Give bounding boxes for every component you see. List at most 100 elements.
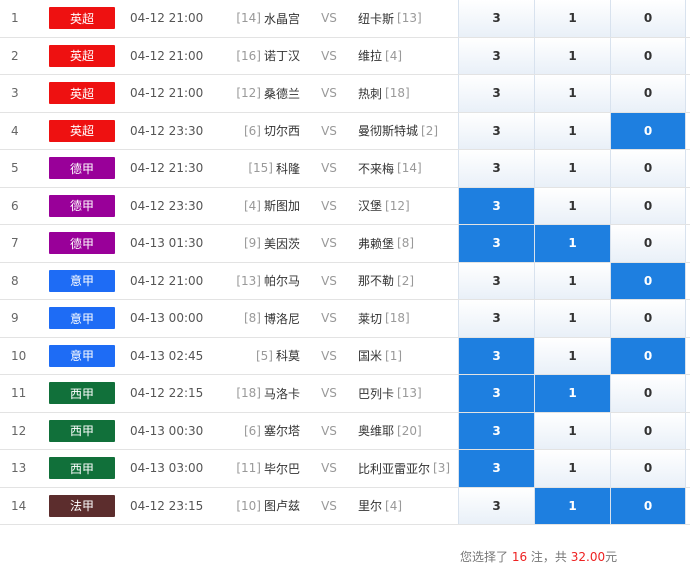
home-team: [6] 切尔西 (230, 113, 300, 150)
draw-option-button[interactable]: 1 (534, 375, 610, 412)
match-row: 12 西甲 04-13 00:30 [6] 塞尔塔 VS 奥维耶 [20] 3 1 0 (0, 412, 690, 450)
away-rank: [18] (385, 86, 410, 101)
draw-option-button[interactable]: 1 (534, 262, 610, 299)
loss-option-button[interactable]: 0 (610, 37, 686, 74)
draw-option-button[interactable]: 1 (534, 300, 610, 337)
match-time: 04-13 00:00 (130, 311, 204, 326)
match-number: 4 (11, 123, 19, 138)
loss-option-button[interactable]: 0 (610, 150, 686, 187)
home-team: [5] 科莫 (230, 338, 300, 375)
loss-option-button[interactable]: 0 (610, 487, 686, 524)
win-option-button[interactable]: 3 (458, 450, 534, 487)
match-time: 04-12 21:00 (130, 273, 204, 288)
league-cell: 意甲 (48, 338, 116, 375)
match-row: 14 法甲 04-12 23:15 [10] 图卢兹 VS 里尔 [4] 3 1 0 (0, 487, 690, 525)
match-time: 04-12 23:15 (130, 498, 204, 513)
home-rank: [10] (236, 498, 261, 513)
draw-option-button[interactable]: 1 (534, 225, 610, 262)
draw-option-button[interactable]: 1 (534, 37, 610, 74)
match-number: 7 (11, 236, 19, 251)
vs-label: VS (321, 348, 337, 363)
match-time: 04-12 23:30 (130, 123, 204, 138)
loss-option-button[interactable]: 0 (610, 187, 686, 224)
league-cell: 德甲 (48, 225, 116, 262)
match-time: 04-12 22:15 (130, 386, 204, 401)
loss-option-button[interactable]: 0 (610, 337, 686, 374)
away-team-name: 汉堡 (358, 199, 383, 214)
loss-option-button[interactable]: 0 (610, 0, 686, 37)
home-team: [11] 毕尔巴 (230, 450, 300, 487)
away-team: 曼彻斯特城 [2] (358, 113, 458, 150)
away-rank: [2] (421, 123, 439, 138)
win-option-button[interactable]: 3 (458, 262, 534, 299)
vs-label: VS (321, 311, 337, 326)
win-option-button[interactable]: 3 (458, 487, 534, 524)
draw-option-button[interactable]: 1 (534, 487, 610, 524)
away-team: 那不勒 [2] (358, 263, 458, 300)
away-team: 国米 [1] (358, 338, 458, 375)
draw-option-button[interactable]: 1 (534, 450, 610, 487)
match-time: 04-12 21:00 (130, 11, 204, 26)
win-option-button[interactable]: 3 (458, 300, 534, 337)
vs-label: VS (321, 423, 337, 438)
win-option-button[interactable]: 3 (458, 187, 534, 224)
draw-option-button[interactable]: 1 (534, 187, 610, 224)
home-team-name: 科隆 (275, 161, 300, 176)
loss-option-button[interactable]: 0 (610, 75, 686, 112)
loss-option-button[interactable]: 0 (610, 412, 686, 449)
vs-label: VS (321, 498, 337, 513)
home-rank: [18] (236, 386, 261, 401)
home-team-name: 斯图加 (263, 199, 300, 214)
away-rank: [18] (385, 311, 410, 326)
draw-option-button[interactable]: 1 (534, 412, 610, 449)
win-option-button[interactable]: 3 (458, 375, 534, 412)
draw-option-button[interactable]: 1 (534, 112, 610, 149)
league-badge: 意甲 (49, 269, 115, 292)
win-option-button[interactable]: 3 (458, 112, 534, 149)
draw-option-button[interactable]: 1 (534, 150, 610, 187)
home-team-name: 桑德兰 (263, 86, 300, 101)
draw-option-button[interactable]: 1 (534, 75, 610, 112)
home-rank: [4] (243, 198, 261, 213)
match-row: 4 英超 04-12 23:30 [6] 切尔西 VS 曼彻斯特城 [2] 3 1 0 (0, 112, 690, 150)
loss-option-button[interactable]: 0 (610, 225, 686, 262)
vs-label: VS (321, 236, 337, 251)
league-cell: 法甲 (48, 488, 116, 525)
win-option-button[interactable]: 3 (458, 0, 534, 37)
win-option-button[interactable]: 3 (458, 75, 534, 112)
match-time: 04-12 21:00 (130, 48, 204, 63)
match-time: 04-13 02:45 (130, 348, 204, 363)
home-rank: [8] (243, 311, 261, 326)
loss-option-button[interactable]: 0 (610, 300, 686, 337)
home-team-name: 博洛尼 (263, 311, 300, 326)
match-time: 04-12 21:30 (130, 161, 204, 176)
draw-option-button[interactable]: 1 (534, 0, 610, 37)
draw-option-button[interactable]: 1 (534, 337, 610, 374)
vs-label: VS (321, 11, 337, 26)
home-team-name: 科莫 (275, 349, 300, 364)
win-option-button[interactable]: 3 (458, 150, 534, 187)
home-rank: [6] (243, 123, 261, 138)
win-option-button[interactable]: 3 (458, 37, 534, 74)
loss-option-button[interactable]: 0 (610, 112, 686, 149)
loss-option-button[interactable]: 0 (610, 450, 686, 487)
home-team: [6] 塞尔塔 (230, 413, 300, 450)
match-row: 7 德甲 04-13 01:30 [9] 美因茨 VS 弗赖堡 [8] 3 1 0 (0, 225, 690, 263)
match-row: 11 西甲 04-12 22:15 [18] 马洛卡 VS 巴列卡 [13] 3 1 0 (0, 375, 690, 413)
home-team-name: 马洛卡 (263, 386, 300, 401)
match-row: 8 意甲 04-12 21:00 [13] 帕尔马 VS 那不勒 [2] 3 1 0 (0, 262, 690, 300)
loss-option-button[interactable]: 0 (610, 375, 686, 412)
home-team-name: 帕尔马 (263, 274, 300, 289)
home-rank: [16] (236, 48, 261, 63)
away-rank: [1] (385, 348, 403, 363)
win-option-button[interactable]: 3 (458, 412, 534, 449)
selection-summary: 您选择了 16 注，共 32.00元 (460, 548, 617, 565)
win-option-button[interactable]: 3 (458, 225, 534, 262)
home-team-name: 诺丁汉 (263, 49, 300, 64)
match-number: 6 (11, 198, 19, 213)
loss-option-button[interactable]: 0 (610, 262, 686, 299)
home-team-name: 塞尔塔 (263, 424, 300, 439)
home-rank: [15] (248, 161, 273, 176)
vs-label: VS (321, 386, 337, 401)
win-option-button[interactable]: 3 (458, 337, 534, 374)
